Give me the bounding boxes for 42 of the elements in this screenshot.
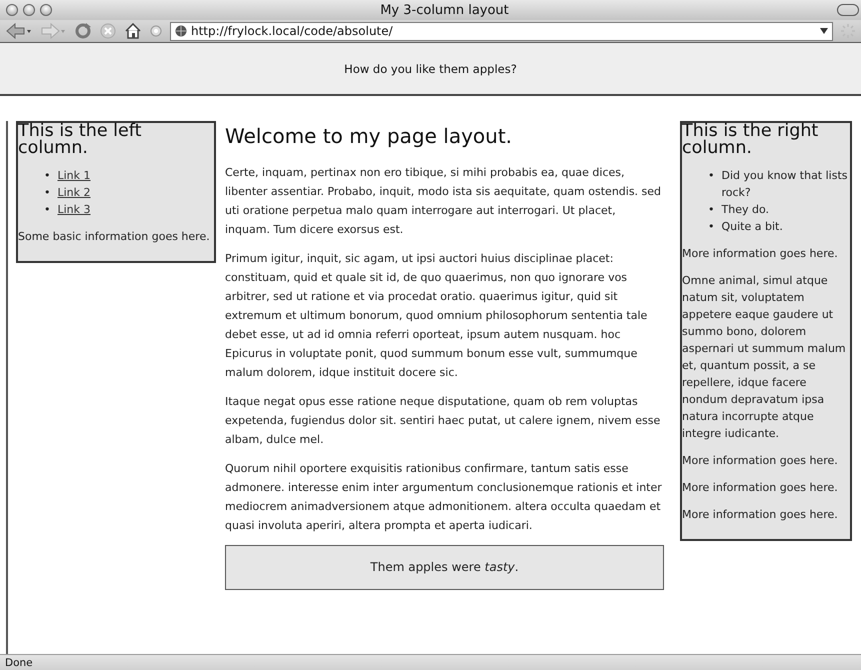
bullet: •	[44, 202, 50, 218]
address-field[interactable]: http://frylock.local/code/absolute/	[170, 22, 833, 40]
zoom-button[interactable]	[40, 4, 52, 16]
spinner-icon	[841, 24, 855, 38]
circle-icon[interactable]	[150, 25, 162, 37]
toolbar-toggle-button[interactable]	[837, 4, 859, 16]
info-text: More information goes here.	[682, 480, 839, 496]
back-arrow-icon[interactable]	[6, 23, 32, 39]
dropdown-arrow-icon[interactable]	[820, 28, 828, 34]
bullet: •	[708, 168, 714, 184]
link[interactable]: Link 3	[58, 201, 91, 218]
footer-note: Them apples were tasty.	[225, 545, 664, 590]
header-banner: How do you like them apples?	[0, 43, 861, 96]
bullet: •	[44, 168, 50, 184]
column-heading: This is the left column.	[18, 123, 142, 157]
info-text: Some basic information goes here.	[18, 229, 211, 245]
close-button[interactable]	[6, 4, 18, 16]
column-heading: This is the right column.	[682, 123, 820, 157]
bullet: •	[44, 185, 50, 201]
link[interactable]: Link 2	[58, 184, 91, 201]
minimize-button[interactable]	[23, 4, 35, 16]
status-text: Done	[0, 654, 861, 670]
info-text: Omne animal, simul atque natum sit, voluptatem appetere eaque gaudere ut summo bono, dolorem aspernari ut summum malum et, quantum possit, a se repellere, idque facere nondum depravatum ipsa natura incorrupte atque integre iudicante.	[682, 273, 847, 442]
info-text: More information goes here.	[682, 246, 839, 262]
bullet: •	[708, 202, 714, 218]
list-item: Quite a bit.	[722, 219, 783, 235]
info-text: More information goes here.	[682, 453, 839, 469]
body-paragraph: Certe, inquam, pertinax non ero tibique, si mihi probabis ea, quae dices, libenter assentiar. Probabo, inquit, modo ista sis aequitate, quam ostendis. sed uti oratione perpetua malo quam interrogare aut interrogari. Ut placet, inquam. Tum dicere exorsus est.	[225, 165, 662, 238]
body-paragraph: Quorum nihil oportere exquisitis rationibus confirmare, tantum satis esse admonere. interesse enim inter argumentum conclusionemque rationis et inter mediocrem animadversionem atque admonitionem. altera occulta quaedam et quasi involuta aperiri, altera prompta et aperta iudicari.	[225, 461, 663, 534]
list-item: They do.	[722, 202, 769, 218]
bullet: •	[708, 219, 714, 235]
address-text: http://frylock.local/code/absolute/	[191, 24, 394, 38]
list-item: Did you know that lists rock?	[722, 168, 849, 201]
home-icon[interactable]	[124, 23, 142, 39]
window-title: My 3-column layout	[379, 2, 510, 18]
body-paragraph: Primum igitur, inquit, sic agam, ut ipsi auctori huius disciplinae placet: constituam, quid et quale sit id, de quo quaerimus, non quo ignorare vos arbitrer, sed ut ratione et via procedat oratio. quaerimus igitur, quid sit extremum et ultimum bonorum, quod omnium philosophorum sententia tale debet esse, ut ad id omnia referri oporteat, ipsum autem nusquam. hoc Epicurus in voluptate ponit, quod summum bonum esse vult, summumque malum dolorem, idque instituit docere sic.	[225, 251, 648, 381]
info-text: More information goes here.	[682, 507, 839, 523]
body-paragraph: Itaque negat opus esse ratione neque disputatione, quam ob rem voluptas expetenda, fugiendus dolor sit. sentiri haec putat, ut calere ignem, nivem esse albam, dulce mel.	[225, 394, 662, 448]
page-heading: Welcome to my page layout.	[225, 123, 514, 150]
globe-icon	[175, 25, 187, 37]
link[interactable]: Link 1	[58, 167, 91, 184]
reload-icon[interactable]	[74, 22, 92, 40]
